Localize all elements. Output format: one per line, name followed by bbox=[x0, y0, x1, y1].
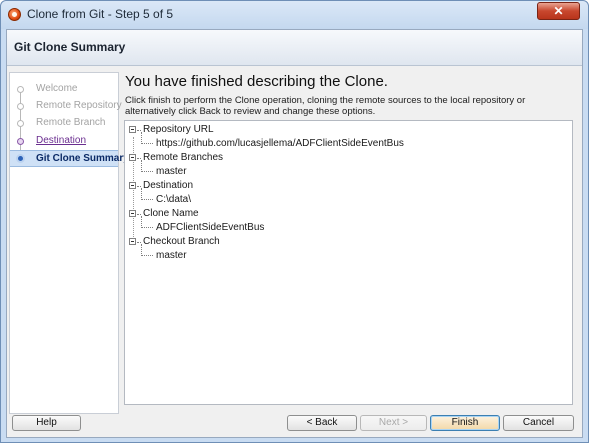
page-title: Git Clone Summary bbox=[14, 40, 126, 54]
step-dot-icon bbox=[17, 138, 24, 145]
tree-leaf-value: master bbox=[156, 250, 187, 261]
step-dot-icon bbox=[17, 120, 24, 127]
step-label: Remote Branch bbox=[36, 117, 106, 128]
finish-button[interactable]: Finish bbox=[430, 415, 500, 431]
step-dot-icon bbox=[17, 103, 24, 110]
dialog-window: Clone from Git - Step 5 of 5 ✕ Git Clone… bbox=[0, 0, 589, 443]
tree-node-label: Repository URL bbox=[143, 124, 214, 135]
tree-leaf-value: C:\data\ bbox=[156, 194, 192, 205]
dialog-client-area: Git Clone Summary Welcome Remote Reposit… bbox=[6, 29, 583, 438]
next-button[interactable]: Next > bbox=[360, 415, 427, 431]
collapse-icon[interactable] bbox=[129, 126, 136, 133]
step-remote-branch: Remote Branch bbox=[10, 115, 118, 131]
current-step-icon bbox=[16, 154, 25, 163]
tree-connector bbox=[141, 160, 153, 172]
wizard-steps-panel: Welcome Remote Repository Remote Branch … bbox=[9, 72, 129, 414]
window-title: Clone from Git - Step 5 of 5 bbox=[27, 7, 174, 21]
tree-node-label: Remote Branches bbox=[143, 152, 224, 163]
step-label: Welcome bbox=[36, 83, 78, 94]
tree-node-label: Checkout Branch bbox=[143, 236, 220, 247]
step-git-clone-summary[interactable]: Git Clone Summary bbox=[10, 150, 129, 167]
button-bar: Help < Back Next > Finish Cancel bbox=[7, 409, 582, 437]
tree-leaf-value: master bbox=[156, 166, 187, 177]
title-bar[interactable]: Clone from Git - Step 5 of 5 ✕ bbox=[1, 1, 588, 29]
tree-connector bbox=[141, 188, 153, 200]
collapse-icon[interactable] bbox=[129, 182, 136, 189]
step-label: Git Clone Summary bbox=[36, 153, 129, 164]
tree-connector bbox=[141, 244, 153, 256]
tree-connector bbox=[137, 186, 141, 187]
step-label: Remote Repository bbox=[36, 100, 122, 111]
tree-leaf-value: ADFClientSideEventBus bbox=[156, 222, 265, 233]
step-remote-repository: Remote Repository bbox=[10, 98, 122, 114]
step-label[interactable]: Destination bbox=[36, 135, 86, 146]
summary-tree[interactable]: Repository URL https://github.com/lucasj… bbox=[124, 120, 573, 405]
tree-connector bbox=[141, 216, 153, 228]
tree-connector bbox=[137, 158, 141, 159]
tree-connector bbox=[141, 132, 153, 144]
back-button[interactable]: < Back bbox=[287, 415, 357, 431]
collapse-icon[interactable] bbox=[129, 210, 136, 217]
collapse-icon[interactable] bbox=[129, 238, 136, 245]
help-button[interactable]: Help bbox=[12, 415, 81, 431]
close-button[interactable]: ✕ bbox=[537, 2, 580, 20]
jdeveloper-app-icon bbox=[8, 8, 21, 21]
tree-connector bbox=[137, 242, 141, 243]
collapse-icon[interactable] bbox=[129, 154, 136, 161]
tree-leaf-value: https://github.com/lucasjellema/ADFClien… bbox=[156, 138, 404, 149]
step-welcome: Welcome bbox=[10, 81, 118, 97]
step-destination[interactable]: Destination bbox=[10, 133, 118, 149]
wizard-header: Git Clone Summary bbox=[7, 30, 582, 66]
tree-connector bbox=[137, 214, 141, 215]
step-dot-icon bbox=[17, 86, 24, 93]
cancel-button[interactable]: Cancel bbox=[503, 415, 574, 431]
content-heading: You have finished describing the Clone. bbox=[125, 73, 388, 90]
content-description: Click finish to perform the Clone operat… bbox=[125, 95, 526, 117]
tree-connector bbox=[137, 130, 141, 131]
